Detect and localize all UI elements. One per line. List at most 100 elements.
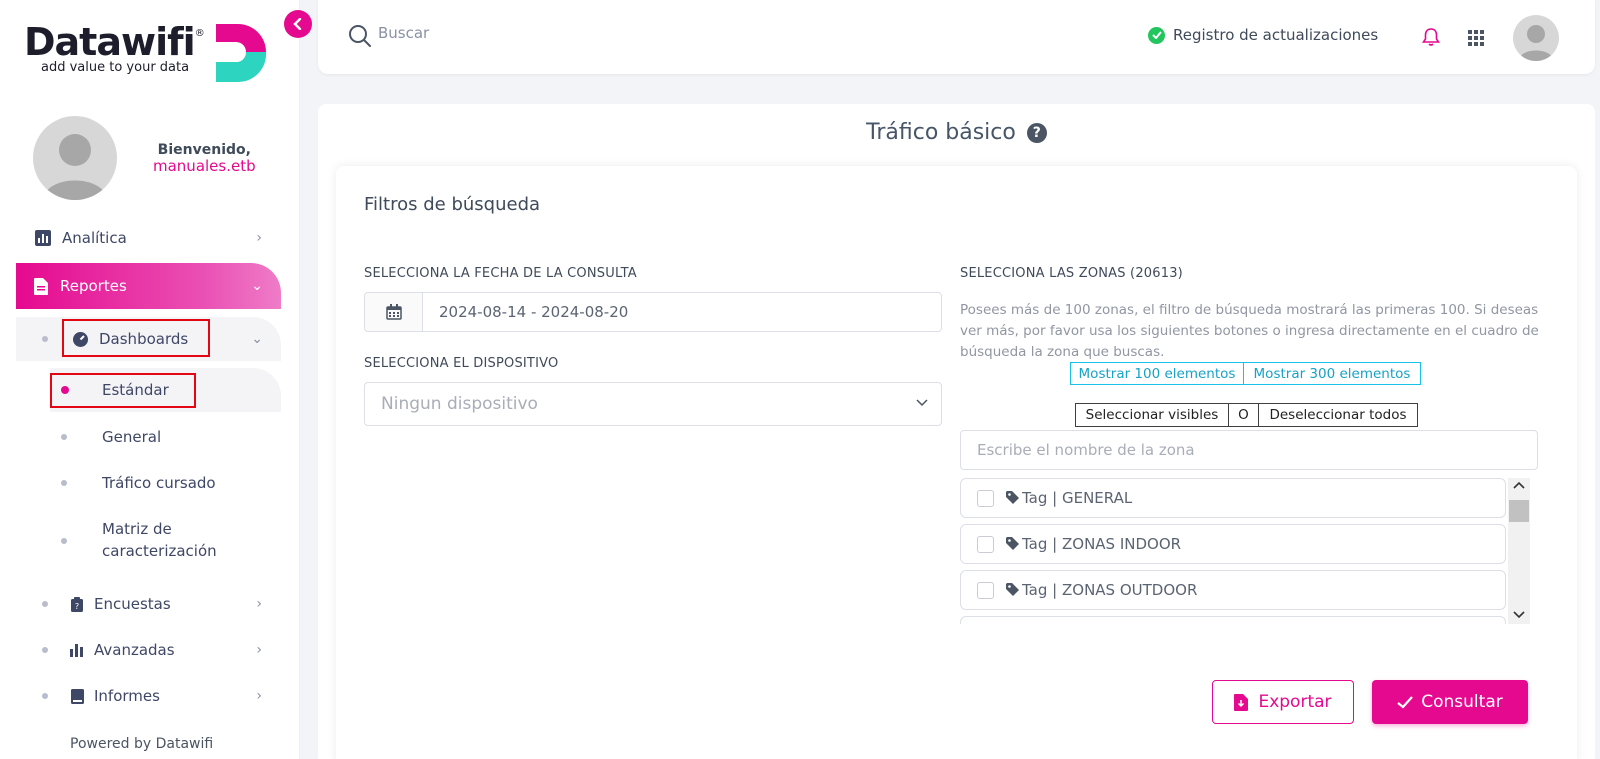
chevron-right-icon: › [256, 688, 262, 704]
show-300-button[interactable]: Mostrar 300 elementos [1243, 362, 1421, 385]
chevron-right-icon: › [256, 230, 262, 246]
deselect-all-button[interactable]: Deseleccionar todos [1258, 403, 1418, 427]
sidebar-item-encuestas[interactable]: ? Encuestas › [0, 584, 280, 624]
scroll-thumb[interactable] [1509, 500, 1529, 522]
zone-item[interactable]: Tag | ZONAS INDOOR [960, 524, 1506, 564]
powered-by-text: Powered by Datawifi [70, 736, 214, 752]
user-silhouette-icon [43, 134, 107, 200]
chevron-right-icon: › [256, 596, 262, 612]
brand-name: Datawifi [24, 20, 196, 64]
sidebar-item-informes[interactable]: Informes › [0, 676, 280, 716]
bullet-icon [42, 647, 48, 653]
sidebar-item-label: Avanzadas [94, 641, 175, 659]
registered-mark: ® [194, 28, 205, 39]
chevron-down-icon: ⌄ [251, 331, 263, 347]
chevron-right-icon: › [256, 642, 262, 658]
page-title: Tráfico básico ? [318, 120, 1595, 145]
page-title-text: Tráfico básico [866, 120, 1016, 145]
zone-label: Tag | ZONAS INDOOR [1022, 535, 1182, 553]
updates-label: Registro de actualizaciones [1173, 26, 1379, 44]
user-avatar[interactable] [1513, 15, 1559, 61]
zone-checkbox[interactable] [977, 581, 994, 599]
bullet-icon [42, 336, 48, 342]
zone-item-partial[interactable] [960, 616, 1506, 624]
user-silhouette-icon [1518, 25, 1554, 61]
zone-checkbox[interactable] [977, 489, 994, 507]
bar-chart-icon [68, 641, 86, 659]
date-range-value[interactable]: 2024-08-14 - 2024-08-20 [423, 293, 941, 331]
chart-icon [34, 229, 52, 247]
check-icon [1397, 695, 1414, 709]
help-icon[interactable]: ? [1026, 123, 1047, 143]
zones-description: Posees más de 100 zonas, el filtro de bú… [960, 302, 1539, 360]
sidebar: Datawifi® add value to your data Bienven… [0, 0, 300, 759]
search-input[interactable] [378, 24, 678, 42]
highlight-box [50, 373, 196, 408]
scroll-down-icon[interactable] [1508, 606, 1530, 622]
zone-checkbox[interactable] [977, 535, 994, 553]
sidebar-item-label: Informes [94, 687, 160, 705]
topbar: Registro de actualizaciones [318, 0, 1595, 74]
clipboard-icon: ? [68, 595, 86, 613]
consult-button[interactable]: Consultar [1372, 680, 1528, 724]
bell-icon[interactable] [1422, 27, 1440, 47]
search-icon[interactable] [348, 24, 372, 48]
bullet-icon [61, 480, 67, 486]
svg-text:?: ? [75, 602, 79, 611]
user-profile: Bienvenido, manuales.etb [33, 116, 283, 200]
zone-label: Tag | GENERAL [1022, 489, 1133, 507]
powered-by: Powered by Datawifi [34, 736, 213, 752]
sidebar-item-matriz[interactable]: Matriz de caracterización [0, 518, 280, 566]
show-100-button[interactable]: Mostrar 100 elementos [1070, 362, 1244, 385]
date-range-picker[interactable]: 2024-08-14 - 2024-08-20 [364, 292, 942, 332]
or-separator: O [1228, 403, 1259, 427]
sidebar-item-analitica[interactable]: Analítica › [0, 218, 280, 258]
zones-label: SELECCIONA LAS ZONAS (20613) [960, 266, 1183, 281]
select-visible-button[interactable]: Seleccionar visibles [1075, 403, 1229, 427]
brand-tagline: add value to your data [41, 60, 190, 75]
tag-icon [1006, 491, 1019, 504]
username: manuales.etb [153, 157, 256, 175]
bullet-icon [42, 601, 48, 607]
apps-grid-icon[interactable] [1468, 30, 1484, 46]
welcome-text: Bienvenido, manuales.etb [153, 142, 256, 174]
zone-list[interactable]: Tag | GENERAL Tag | ZONAS INDOOR Tag | Z… [960, 478, 1530, 624]
sidebar-item-avanzadas[interactable]: Avanzadas › [0, 630, 280, 670]
sidebar-item-general[interactable]: General [0, 417, 280, 457]
collapse-sidebar-button[interactable] [284, 10, 312, 38]
sidebar-item-label: Encuestas [94, 595, 171, 613]
consult-label: Consultar [1421, 692, 1503, 712]
tag-icon [1006, 583, 1019, 596]
export-button[interactable]: Exportar [1212, 680, 1354, 724]
calendar-icon[interactable] [365, 293, 423, 331]
book-icon [68, 687, 86, 705]
zone-search-input[interactable] [960, 430, 1538, 470]
sidebar-item-label: Reportes [60, 277, 127, 295]
highlight-box [62, 319, 210, 357]
device-label: SELECCIONA EL DISPOSITIVO [364, 356, 559, 371]
brand-logo[interactable]: Datawifi® add value to your data [24, 20, 205, 75]
sidebar-item-reportes[interactable]: Reportes ⌄ [16, 263, 281, 309]
zone-label: Tag | ZONAS OUTDOOR [1022, 581, 1198, 599]
main-panel: Tráfico básico ? Filtros de búsqueda SEL… [318, 104, 1595, 759]
device-select-value: Ningun dispositivo [381, 394, 538, 414]
bullet-icon [42, 693, 48, 699]
avatar[interactable] [33, 116, 117, 200]
device-select[interactable]: Ningun dispositivo [364, 382, 942, 426]
zone-item[interactable]: Tag | ZONAS OUTDOOR [960, 570, 1506, 610]
zone-list-scrollbar[interactable] [1508, 478, 1530, 624]
chevron-left-icon [293, 18, 302, 30]
filters-card: Filtros de búsqueda SELECCIONA LA FECHA … [336, 166, 1577, 759]
chevron-down-icon: ⌄ [251, 278, 263, 294]
brand-mark-icon [216, 24, 267, 83]
sidebar-item-label: Matriz de caracterización [102, 520, 217, 560]
sidebar-item-label: General [102, 428, 162, 446]
bullet-icon [61, 538, 67, 544]
check-circle-icon [1148, 26, 1165, 44]
file-download-icon [1234, 693, 1249, 711]
zone-item[interactable]: Tag | GENERAL [960, 478, 1506, 518]
scroll-up-icon[interactable] [1508, 478, 1530, 494]
sidebar-item-label: Analítica [62, 229, 127, 247]
updates-link[interactable]: Registro de actualizaciones [1148, 26, 1378, 44]
sidebar-item-trafico-cursado[interactable]: Tráfico cursado [0, 463, 280, 503]
